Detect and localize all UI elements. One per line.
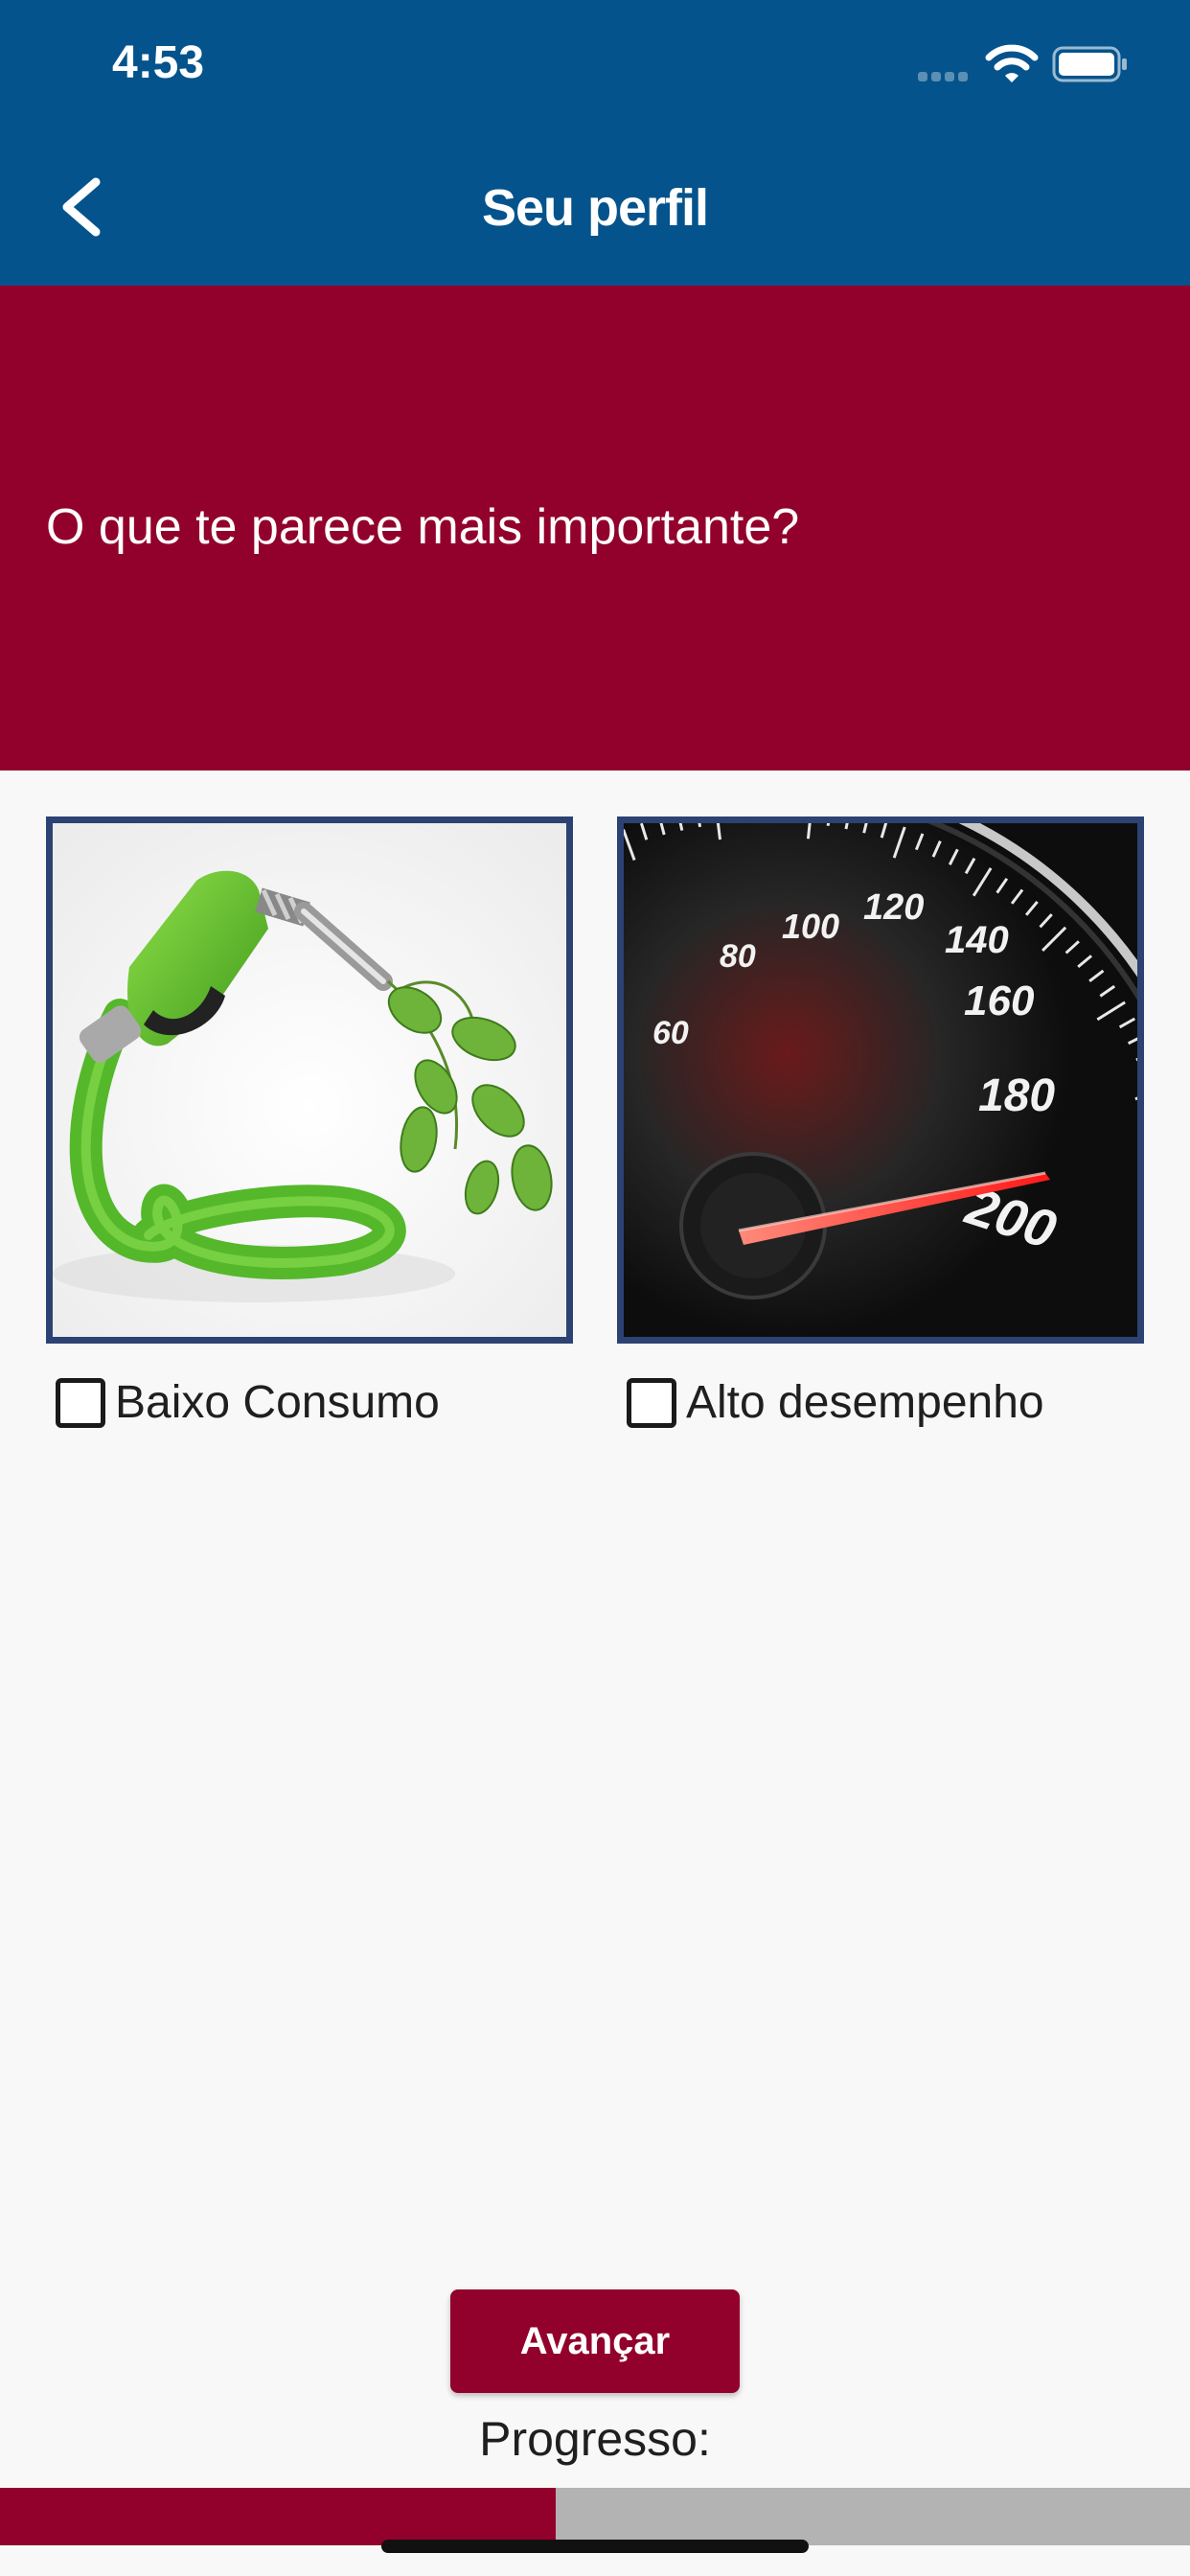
option-checkbox-row-low-consumption[interactable]: Baixo Consumo (56, 1376, 573, 1429)
tick-label-60: 60 (652, 1015, 689, 1051)
wifi-icon (985, 44, 1039, 82)
question-text: O que te parece mais importante? (46, 499, 800, 555)
fuel-nozzle-illustration (53, 823, 566, 1337)
tick-label-140: 140 (945, 919, 1009, 961)
tick-label-100: 100 (782, 907, 839, 946)
option-label: Alto desempenho (686, 1377, 1044, 1428)
speedometer-illustration: 60 80 100 120 140 160 180 200 (624, 823, 1137, 1337)
battery-icon (1052, 46, 1127, 82)
option-image-fuel-nozzle[interactable] (46, 816, 573, 1344)
option-label: Baixo Consumo (115, 1377, 440, 1428)
option-image-speedometer[interactable]: 60 80 100 120 140 160 180 200 (617, 816, 1144, 1344)
tick-label-120: 120 (863, 887, 924, 928)
checkbox-low-consumption[interactable] (56, 1377, 105, 1428)
app-header: 4:53 Seu perfil (0, 0, 1190, 286)
page-title: Seu perfil (481, 179, 709, 237)
progress-label: Progresso: (479, 2412, 711, 2466)
progress-fill (0, 2488, 556, 2545)
tick-label-180: 180 (978, 1070, 1055, 1121)
tick-label-80: 80 (720, 938, 756, 975)
advance-button[interactable]: Avançar (450, 2289, 740, 2393)
checkbox-high-performance[interactable] (627, 1377, 676, 1428)
tick-label-160: 160 (964, 978, 1035, 1024)
option-low-consumption: Baixo Consumo (46, 816, 573, 1429)
progress-bar (0, 2488, 1190, 2545)
signal-icon (918, 69, 972, 81)
status-time: 4:53 (112, 37, 205, 88)
option-high-performance: 60 80 100 120 140 160 180 200 Alto desem… (617, 816, 1144, 1429)
home-indicator[interactable] (381, 2540, 809, 2553)
question-banner: O que te parece mais importante? (0, 286, 1190, 770)
option-checkbox-row-high-performance[interactable]: Alto desempenho (627, 1376, 1144, 1429)
